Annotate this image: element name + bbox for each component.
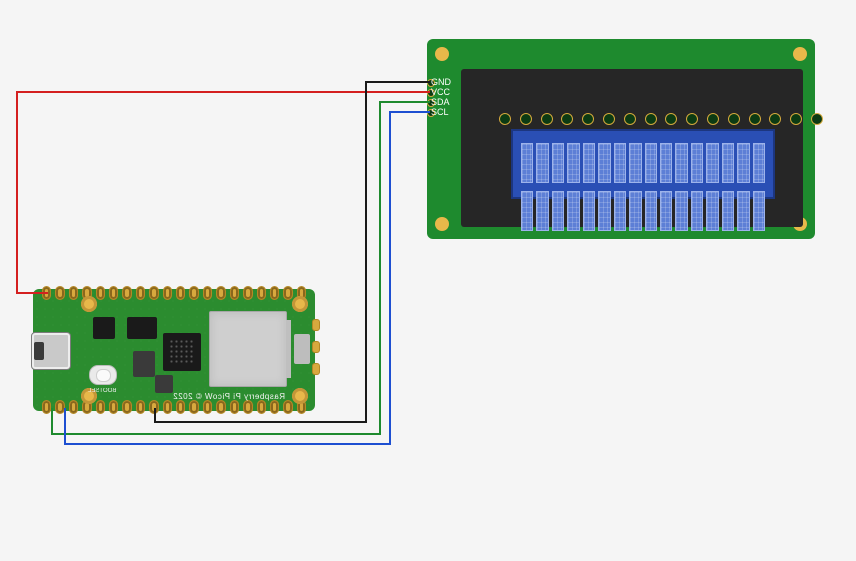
wire-vcc — [17, 92, 430, 293]
pin-label-sda: SDA — [431, 97, 457, 107]
pico-usb-port — [31, 332, 71, 370]
lcd-screen — [511, 129, 775, 199]
lcd-pin-labels: GND VCC SDA SCL — [431, 77, 457, 117]
pico-crystal — [155, 375, 173, 393]
lcd-mount-hole — [793, 47, 807, 61]
pico-mount-hole — [81, 296, 97, 312]
pico-bootsel-button — [89, 365, 117, 385]
pico-pins-bottom — [42, 400, 306, 414]
pico-debug-pads — [294, 334, 310, 364]
pico-wifi-shield — [209, 311, 287, 387]
lcd-row-0 — [521, 143, 765, 183]
lcd-header-pins — [499, 113, 835, 124]
pico-chip — [133, 351, 155, 377]
pico-chip — [93, 317, 115, 339]
lcd-row-1 — [521, 191, 765, 231]
pico-pins-top — [42, 286, 306, 300]
pin-label-vcc: VCC — [431, 87, 457, 97]
lcd-mount-hole — [435, 47, 449, 61]
pico-mount-hole — [292, 388, 308, 404]
diagram-stage: GND VCC SDA SCL BOOTSEL — [0, 0, 856, 561]
pin-label-gnd: GND — [431, 77, 457, 87]
lcd-mount-hole — [435, 217, 449, 231]
pico-rp2040-chip — [163, 333, 201, 371]
lcd-bezel — [461, 69, 803, 227]
lcd-module — [427, 39, 815, 239]
raspberry-pi-pico: BOOTSEL Raspberry Pi PicoW © 2022 — [33, 289, 315, 411]
pico-chip — [127, 317, 157, 339]
pico-mount-hole — [292, 296, 308, 312]
pico-silk-text: Raspberry Pi PicoW © 2022 — [81, 392, 285, 401]
pin-label-scl: SCL — [431, 107, 457, 117]
